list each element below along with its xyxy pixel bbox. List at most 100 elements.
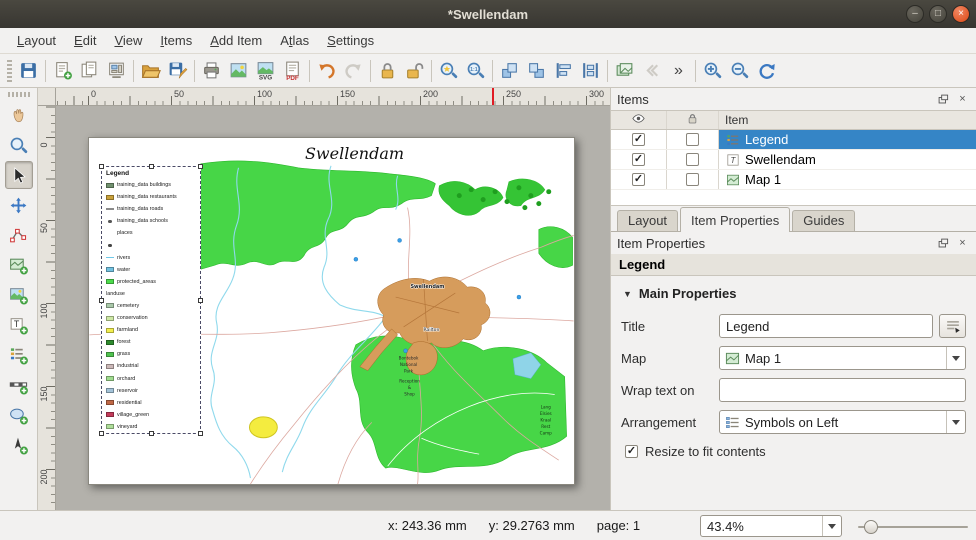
close-panel-icon[interactable]: × <box>955 236 970 251</box>
legend-entry-label: training_data roads <box>117 206 163 212</box>
minimize-button[interactable]: – <box>906 5 924 23</box>
add-picture-button[interactable] <box>5 281 33 309</box>
close-button[interactable]: × <box>952 5 970 23</box>
lock-items-button[interactable] <box>374 57 401 84</box>
resize-handle[interactable] <box>99 431 104 436</box>
pan-tool[interactable] <box>5 101 33 129</box>
add-legend-button[interactable] <box>5 341 33 369</box>
layout-manager-button[interactable] <box>103 57 130 84</box>
items-tree: Item✓Legend✓TSwellendam✓Map 1 <box>611 110 976 206</box>
menu-view[interactable]: View <box>105 30 151 51</box>
data-defined-override-button[interactable] <box>939 314 966 338</box>
atlas-first-feature-button[interactable] <box>638 57 665 84</box>
items-row-swellendam[interactable]: ✓TSwellendam <box>611 150 976 170</box>
arrangement-select[interactable]: Symbols on Left <box>719 410 966 434</box>
tab-layout[interactable]: Layout <box>617 210 678 231</box>
visibility-checkbox[interactable]: ✓ <box>632 153 645 166</box>
undo-button[interactable] <box>313 57 340 84</box>
titlebar[interactable]: *Swellendam – □ × <box>0 0 976 28</box>
raise-items-button[interactable] <box>496 57 523 84</box>
legend-entry <box>106 239 198 251</box>
zoom-in-button[interactable] <box>699 57 726 84</box>
zoom-full-button[interactable] <box>435 57 462 84</box>
resize-to-fit-checkbox[interactable]: ✓ <box>625 445 638 458</box>
legend-entry: landuse <box>106 288 198 300</box>
add-north-arrow-button[interactable] <box>5 431 33 459</box>
float-panel-icon[interactable] <box>936 236 951 251</box>
export-svg-button[interactable]: SVG <box>252 57 279 84</box>
title-input[interactable] <box>719 314 933 338</box>
resize-handle[interactable] <box>99 164 104 169</box>
resize-handle[interactable] <box>198 298 203 303</box>
legend-swatch <box>106 412 114 417</box>
save-project-button[interactable] <box>15 57 42 84</box>
menu-items[interactable]: Items <box>151 30 201 51</box>
visibility-checkbox[interactable]: ✓ <box>632 173 645 186</box>
cursor-x: x: 243.36 mm <box>388 518 467 533</box>
legend-entry: rivers <box>106 252 198 264</box>
atlas-settings-button[interactable] <box>611 57 638 84</box>
yellow-ellipse-item[interactable] <box>249 417 277 438</box>
resize-handle[interactable] <box>198 431 203 436</box>
zoom-out-button[interactable] <box>726 57 753 84</box>
wrap-text-input[interactable] <box>719 378 966 402</box>
distribute-items-button[interactable] <box>577 57 604 84</box>
lock-checkbox[interactable] <box>686 153 699 166</box>
load-template-button[interactable] <box>137 57 164 84</box>
print-button[interactable] <box>198 57 225 84</box>
zoom-slider[interactable] <box>858 526 968 528</box>
toolbar-overflow-button[interactable]: » <box>665 57 692 84</box>
lock-checkbox[interactable] <box>686 133 699 146</box>
items-row-legend[interactable]: ✓Legend <box>611 130 976 150</box>
lock-checkbox[interactable] <box>686 173 699 186</box>
resize-handle[interactable] <box>198 164 203 169</box>
refresh-button[interactable] <box>753 57 780 84</box>
tab-item-properties[interactable]: Item Properties <box>680 207 790 232</box>
add-shape-button[interactable] <box>5 401 33 429</box>
map-select[interactable]: Map 1 <box>719 346 966 370</box>
edit-nodes-item-tool[interactable] <box>5 221 33 249</box>
duplicate-layout-button[interactable] <box>76 57 103 84</box>
float-panel-icon[interactable] <box>936 92 951 107</box>
add-label-button[interactable]: T <box>5 311 33 339</box>
zoom-actual-button[interactable]: 1:1 <box>462 57 489 84</box>
save-template-button[interactable] <box>164 57 191 84</box>
close-panel-icon[interactable]: × <box>955 92 970 107</box>
toolbar-drag-handle[interactable] <box>7 60 12 82</box>
layout-page[interactable]: Swellendam Railton Bontebok National Par… <box>88 137 575 485</box>
add-map-button[interactable] <box>5 251 33 279</box>
redo-button[interactable] <box>340 57 367 84</box>
layout-canvas[interactable]: 050100150200250300 050100150200 <box>38 88 610 510</box>
resize-handle[interactable] <box>99 298 104 303</box>
menu-edit[interactable]: Edit <box>65 30 105 51</box>
resize-handle[interactable] <box>149 164 154 169</box>
visibility-checkbox[interactable]: ✓ <box>632 133 645 146</box>
tab-guides[interactable]: Guides <box>792 210 855 231</box>
maximize-button[interactable]: □ <box>929 5 947 23</box>
menu-settings[interactable]: Settings <box>318 30 383 51</box>
new-layout-button[interactable] <box>49 57 76 84</box>
toolbar-separator <box>370 60 371 82</box>
zoom-level-combo[interactable]: 43.4% <box>700 515 842 537</box>
export-pdf-button[interactable]: PDF <box>279 57 306 84</box>
unlock-items-button[interactable] <box>401 57 428 84</box>
menu-atlas[interactable]: Atlas <box>271 30 318 51</box>
ruler-label: 300 <box>589 89 604 99</box>
menu-add-item[interactable]: Add Item <box>201 30 271 51</box>
align-items-button[interactable] <box>550 57 577 84</box>
main-properties-group[interactable]: ▼ Main Properties <box>623 286 966 301</box>
move-item-content-tool[interactable] <box>5 191 33 219</box>
map-title-item[interactable]: Swellendam <box>89 144 574 163</box>
zoom-tool[interactable] <box>5 131 33 159</box>
legend-swatch <box>106 328 114 333</box>
select-move-item-tool[interactable] <box>5 161 33 189</box>
add-scalebar-button[interactable] <box>5 371 33 399</box>
legend-item[interactable]: Legend training_data buildingstraining_d… <box>101 166 201 434</box>
zoom-slider-handle[interactable] <box>864 520 878 534</box>
menu-layout[interactable]: Layout <box>8 30 65 51</box>
toolbar-drag-handle[interactable] <box>8 92 30 97</box>
resize-handle[interactable] <box>149 431 154 436</box>
lower-items-button[interactable] <box>523 57 550 84</box>
export-image-button[interactable] <box>225 57 252 84</box>
items-row-map-1[interactable]: ✓Map 1 <box>611 170 976 190</box>
